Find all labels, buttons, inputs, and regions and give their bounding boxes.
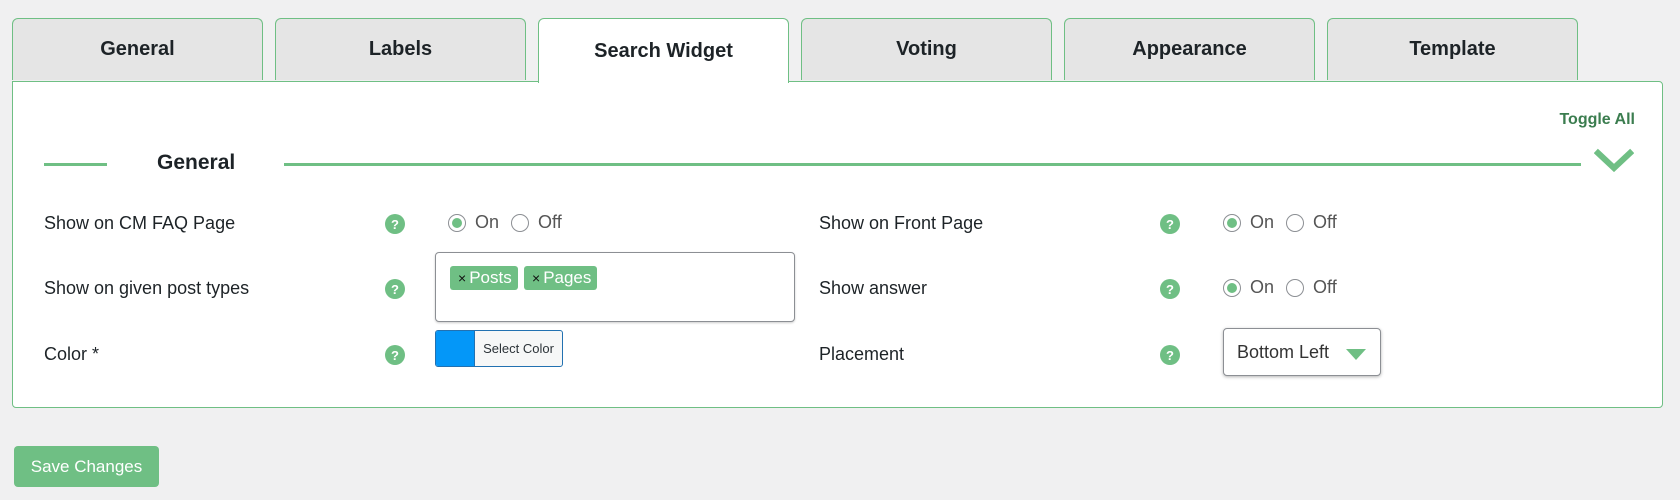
color-swatch [436,331,474,366]
tab-voting[interactable]: Voting [801,18,1052,80]
show-on-cm-faq-label: Show on CM FAQ Page [44,213,236,233]
tag-label: Pages [543,268,592,287]
divider [44,163,107,166]
help-icon[interactable]: ? [1160,279,1180,299]
save-changes-button[interactable]: Save Changes [14,446,159,487]
help-icon[interactable]: ? [385,214,405,234]
post-types-multiselect[interactable]: × Posts × Pages [435,252,795,322]
placement-selected-value: Bottom Left [1237,341,1330,362]
radio-on[interactable] [1223,278,1241,297]
radio-off[interactable] [511,213,530,232]
show-on-post-types-label: Show on given post types [44,278,250,298]
tab-appearance[interactable]: Appearance [1064,18,1315,80]
remove-tag-icon[interactable]: × [458,270,466,286]
help-icon[interactable]: ? [385,279,405,299]
radio-on[interactable] [1223,213,1241,232]
color-picker-button[interactable]: Select Color [435,330,563,367]
show-answer-radio-group: On Off [1223,277,1349,298]
divider [284,163,1581,166]
help-icon[interactable]: ? [1160,345,1180,365]
tab-template[interactable]: Template [1327,18,1578,80]
show-on-front-page-label: Show on Front Page [819,213,984,233]
radio-off[interactable] [1286,278,1305,297]
radio-on-label: On [475,212,500,232]
tag-pages: × Pages [524,266,598,290]
placement-select[interactable]: Bottom Left [1223,328,1381,376]
caret-down-icon [1346,349,1366,360]
radio-off-label: Off [1313,212,1337,232]
section-header[interactable]: General [44,148,1646,180]
radio-off-label: Off [538,212,562,232]
show-answer-label: Show answer [819,278,928,298]
settings-panel: Toggle All General Show on CM FAQ Page ?… [12,81,1663,408]
radio-on-label: On [1250,212,1275,232]
radio-off[interactable] [1286,213,1305,232]
toggle-all-link[interactable]: Toggle All [1559,111,1635,129]
tag-posts: × Posts [450,266,518,290]
tab-search-widget[interactable]: Search Widget [538,18,789,83]
tab-labels[interactable]: Labels [275,18,526,80]
radio-on[interactable] [448,213,466,232]
show-on-front-page-radio-group: On Off [1223,212,1349,233]
radio-on-label: On [1250,277,1275,297]
show-on-cm-faq-radio-group: On Off [448,212,574,233]
color-label: Color * [44,344,100,364]
remove-tag-icon[interactable]: × [532,270,540,286]
chevron-down-icon[interactable] [1594,143,1634,179]
placement-label: Placement [819,344,905,364]
help-icon[interactable]: ? [1160,214,1180,234]
radio-off-label: Off [1313,277,1337,297]
select-color-label: Select Color [474,331,562,366]
section-title: General [157,151,236,174]
tag-label: Posts [469,268,512,287]
help-icon[interactable]: ? [385,345,405,365]
tab-general[interactable]: General [12,18,263,80]
